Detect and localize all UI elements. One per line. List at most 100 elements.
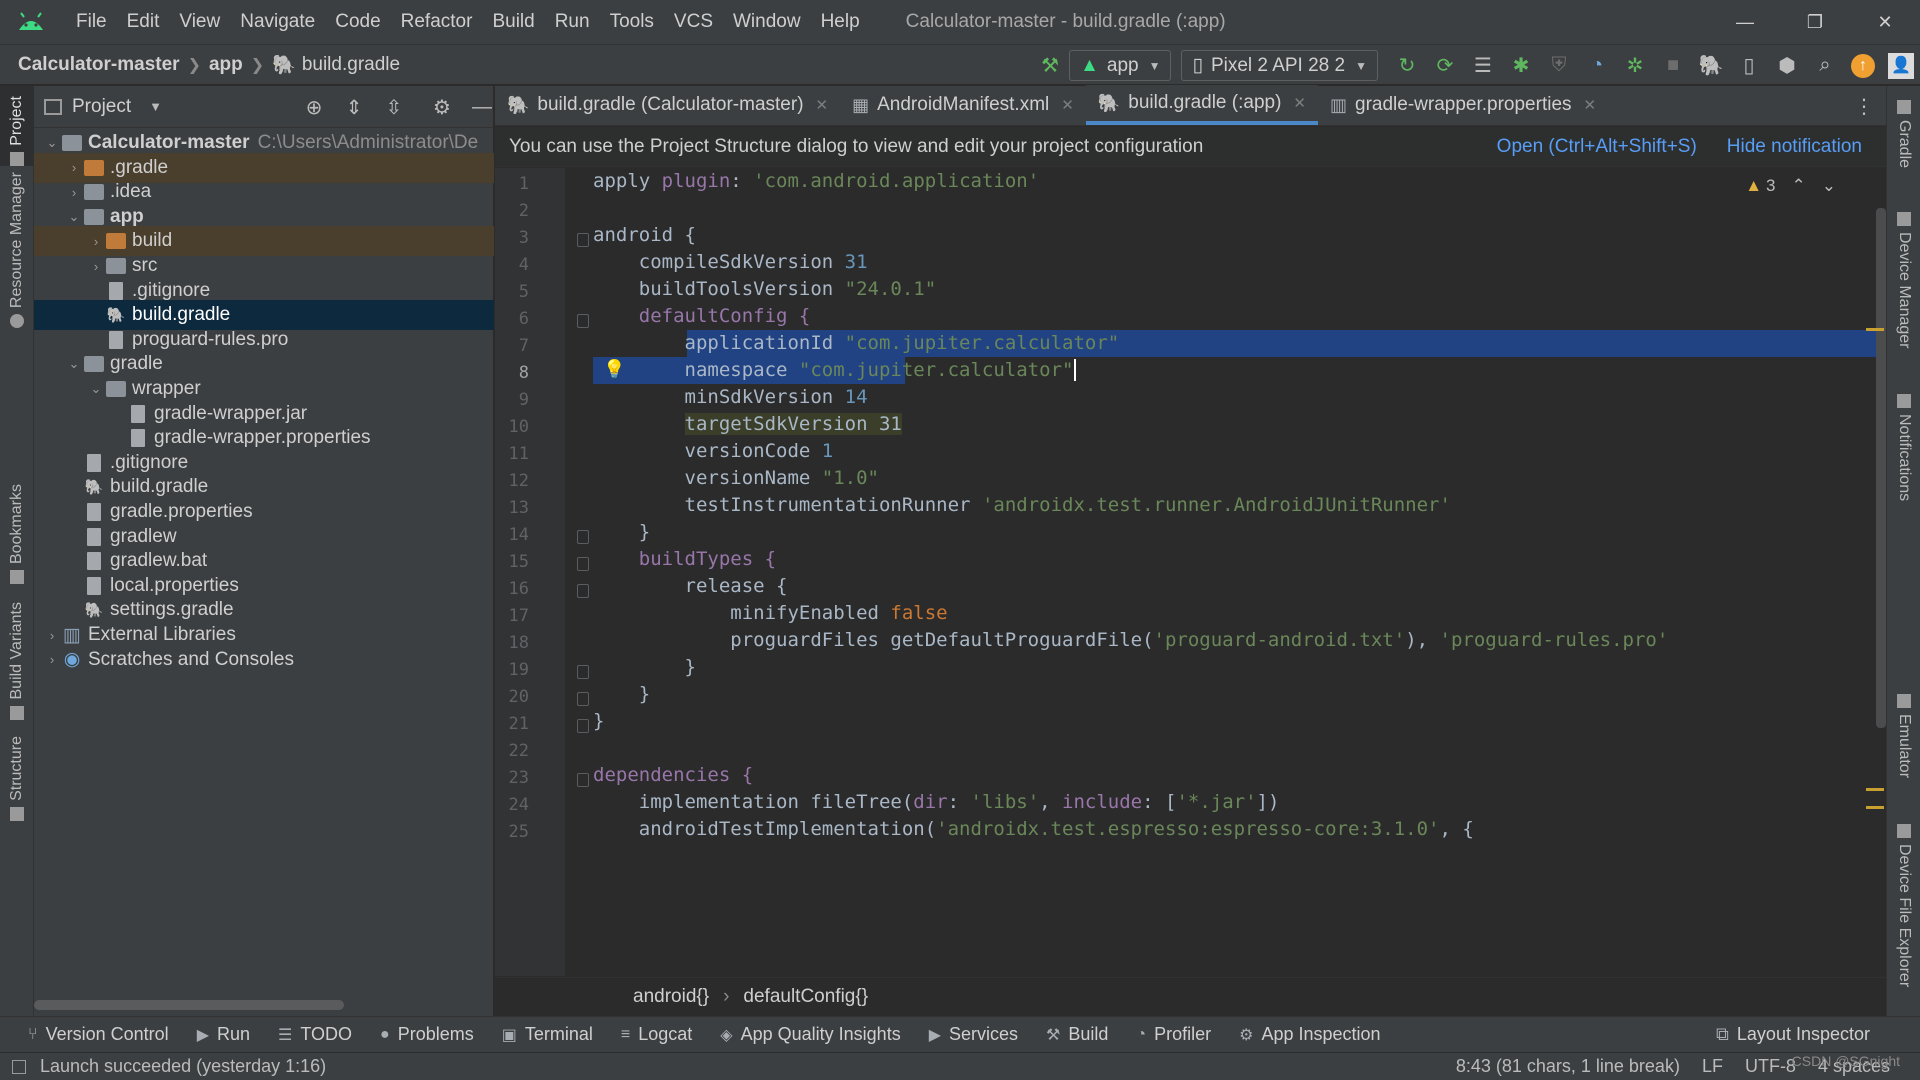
- structure-tab[interactable]: Structure: [0, 736, 34, 821]
- more-vertical-icon[interactable]: ⋮: [1854, 94, 1874, 119]
- toggle-tool-windows-icon[interactable]: [12, 1059, 26, 1074]
- restore-icon[interactable]: ❐: [1780, 0, 1850, 44]
- chevron-right-icon[interactable]: ›: [42, 652, 62, 667]
- error-stripe-marker[interactable]: [1866, 328, 1884, 331]
- bottom-tab[interactable]: ◈ App Quality Insights: [720, 1024, 900, 1045]
- caret-position[interactable]: 8:43 (81 chars, 1 line break): [1456, 1056, 1680, 1077]
- notifications-tool-tab[interactable]: Notifications: [1887, 394, 1920, 501]
- close-tab-icon[interactable]: ✕: [1584, 96, 1597, 114]
- coverage-icon[interactable]: ⛨: [1540, 47, 1578, 85]
- breadcrumb-file[interactable]: build.gradle: [302, 54, 400, 76]
- fold-marker-icon[interactable]: [577, 530, 589, 544]
- inspection-widget[interactable]: ▲ 3 ⌃ ⌄: [1745, 176, 1836, 196]
- debug-icon[interactable]: ✱: [1502, 47, 1540, 85]
- file-encoding[interactable]: UTF-8: [1745, 1056, 1796, 1077]
- menu-item-tools[interactable]: Tools: [600, 0, 664, 44]
- open-project-structure-link[interactable]: Open (Ctrl+Alt+Shift+S): [1497, 136, 1697, 158]
- tree-item[interactable]: › ◉ Scratches and Consoles: [34, 645, 494, 675]
- breadcrumb-android-block[interactable]: android{}: [633, 986, 709, 1008]
- bottom-tab[interactable]: ▶ Services: [929, 1024, 1018, 1045]
- bottom-tab[interactable]: ☰ TODO: [278, 1024, 352, 1045]
- attach-debugger-icon[interactable]: ✲: [1616, 47, 1654, 85]
- bottom-tab[interactable]: ⚙ App Inspection: [1239, 1024, 1380, 1045]
- gear-icon[interactable]: ⚙: [422, 95, 462, 120]
- editor-tab[interactable]: ▥ gradle-wrapper.properties ✕: [1318, 85, 1608, 125]
- account-icon[interactable]: 👤: [1882, 47, 1920, 85]
- sdk-manager-icon[interactable]: ⬢: [1768, 47, 1806, 85]
- menu-item-vcs[interactable]: VCS: [664, 0, 723, 44]
- sync-gradle-icon[interactable]: 🐘: [1692, 47, 1730, 85]
- chevron-down-icon[interactable]: ⌄: [1822, 176, 1836, 196]
- device-select[interactable]: ▯ Pixel 2 API 28 2 ▼: [1181, 50, 1378, 81]
- resource-manager-tab[interactable]: Resource Manager: [0, 172, 34, 329]
- bottom-tab[interactable]: ⑂ Version Control: [28, 1024, 169, 1045]
- menu-item-help[interactable]: Help: [811, 0, 870, 44]
- error-stripe-marker[interactable]: [1866, 788, 1884, 791]
- minimize-icon[interactable]: —: [1710, 0, 1780, 44]
- gradle-tool-tab[interactable]: Gradle: [1887, 100, 1920, 168]
- build-variants-tab[interactable]: Build Variants: [0, 602, 34, 720]
- close-icon[interactable]: ✕: [1850, 0, 1920, 44]
- close-tab-icon[interactable]: ✕: [816, 96, 829, 114]
- status-message[interactable]: Launch succeeded (yesterday 1:16): [40, 1056, 326, 1077]
- chevron-down-icon[interactable]: ⌄: [42, 135, 62, 151]
- bookmarks-tab[interactable]: Bookmarks: [0, 484, 34, 585]
- menu-item-refactor[interactable]: Refactor: [391, 0, 483, 44]
- breadcrumb-module[interactable]: app: [209, 54, 243, 76]
- menu-item-run[interactable]: Run: [545, 0, 600, 44]
- chevron-down-icon[interactable]: ⌄: [64, 209, 84, 225]
- device-manager-tool-tab[interactable]: Device Manager: [1887, 212, 1920, 349]
- menu-item-build[interactable]: Build: [482, 0, 544, 44]
- bottom-tab[interactable]: ⚒ Build: [1046, 1024, 1108, 1045]
- bottom-tab[interactable]: ◔ Profiler: [1136, 1024, 1211, 1045]
- menu-item-code[interactable]: Code: [325, 0, 390, 44]
- project-view-select[interactable]: Project: [72, 96, 131, 118]
- bottom-tab[interactable]: ▣ Terminal: [502, 1024, 593, 1045]
- menu-item-edit[interactable]: Edit: [117, 0, 170, 44]
- rerun-icon[interactable]: ↻: [1388, 47, 1426, 85]
- chevron-up-icon[interactable]: ⌃: [1792, 176, 1806, 196]
- fold-marker-icon[interactable]: [577, 773, 589, 787]
- hammer-build-icon[interactable]: ⚒: [1031, 47, 1069, 85]
- fold-marker-icon[interactable]: [577, 692, 589, 706]
- device-file-explorer-tool-tab[interactable]: Device File Explorer: [1887, 824, 1920, 987]
- chevron-right-icon[interactable]: ›: [86, 259, 106, 274]
- close-tab-icon[interactable]: ✕: [1061, 96, 1074, 114]
- bottom-tab[interactable]: ≡ Logcat: [621, 1024, 692, 1045]
- profile-icon[interactable]: ◔: [1578, 47, 1616, 85]
- project-tool-tab[interactable]: Project: [0, 86, 34, 166]
- chevron-down-icon[interactable]: ▼: [149, 99, 162, 114]
- stop-icon[interactable]: ■: [1654, 47, 1692, 85]
- editor-scrollbar[interactable]: [1876, 208, 1886, 728]
- fold-marker-icon[interactable]: [577, 584, 589, 598]
- bottom-tab[interactable]: ● Problems: [380, 1024, 474, 1045]
- emulator-tool-tab[interactable]: Emulator: [1887, 694, 1920, 778]
- fold-marker-icon[interactable]: [577, 314, 589, 328]
- chevron-right-icon[interactable]: ›: [64, 185, 84, 200]
- layout-inspector-tab[interactable]: ⧉ Layout Inspector: [1716, 1024, 1870, 1045]
- breadcrumb-project[interactable]: Calculator-master: [18, 54, 180, 76]
- close-tab-icon[interactable]: ✕: [1293, 94, 1306, 112]
- menu-item-view[interactable]: View: [169, 0, 230, 44]
- chevron-right-icon[interactable]: ›: [42, 628, 62, 643]
- editor-tab[interactable]: 🐘 build.gradle (:app) ✕: [1085, 85, 1318, 125]
- bottom-tab[interactable]: ▶ Run: [197, 1024, 250, 1045]
- fold-marker-icon[interactable]: [577, 665, 589, 679]
- error-stripe-marker[interactable]: [1866, 806, 1884, 809]
- fold-marker-icon[interactable]: [577, 719, 589, 733]
- hide-notification-link[interactable]: Hide notification: [1727, 136, 1862, 158]
- editor-tab[interactable]: 🐘 build.gradle (Calculator-master) ✕: [495, 85, 840, 125]
- apply-changes-icon[interactable]: ⟳: [1426, 47, 1464, 85]
- editor-tab[interactable]: ▦ AndroidManifest.xml ✕: [840, 85, 1086, 125]
- chevron-right-icon[interactable]: ›: [86, 234, 106, 249]
- update-icon[interactable]: ↑: [1844, 47, 1882, 85]
- apply-code-changes-icon[interactable]: ☰: [1464, 47, 1502, 85]
- breadcrumb-defaultconfig-block[interactable]: defaultConfig{}: [743, 986, 868, 1008]
- code-editor[interactable]: 1 2 3 4 5 6 7 8 9 10 11 12 13 14 15 16 17 18 19 20 21 22 23 24 2…: [495, 168, 1886, 976]
- menu-item-file[interactable]: File: [66, 0, 117, 44]
- run-config-select[interactable]: ▲ app ▼: [1069, 50, 1172, 81]
- menu-item-window[interactable]: Window: [723, 0, 811, 44]
- search-icon[interactable]: ⌕: [1806, 47, 1844, 85]
- chevron-down-icon[interactable]: ⌄: [86, 381, 106, 397]
- fold-marker-icon[interactable]: [577, 233, 589, 247]
